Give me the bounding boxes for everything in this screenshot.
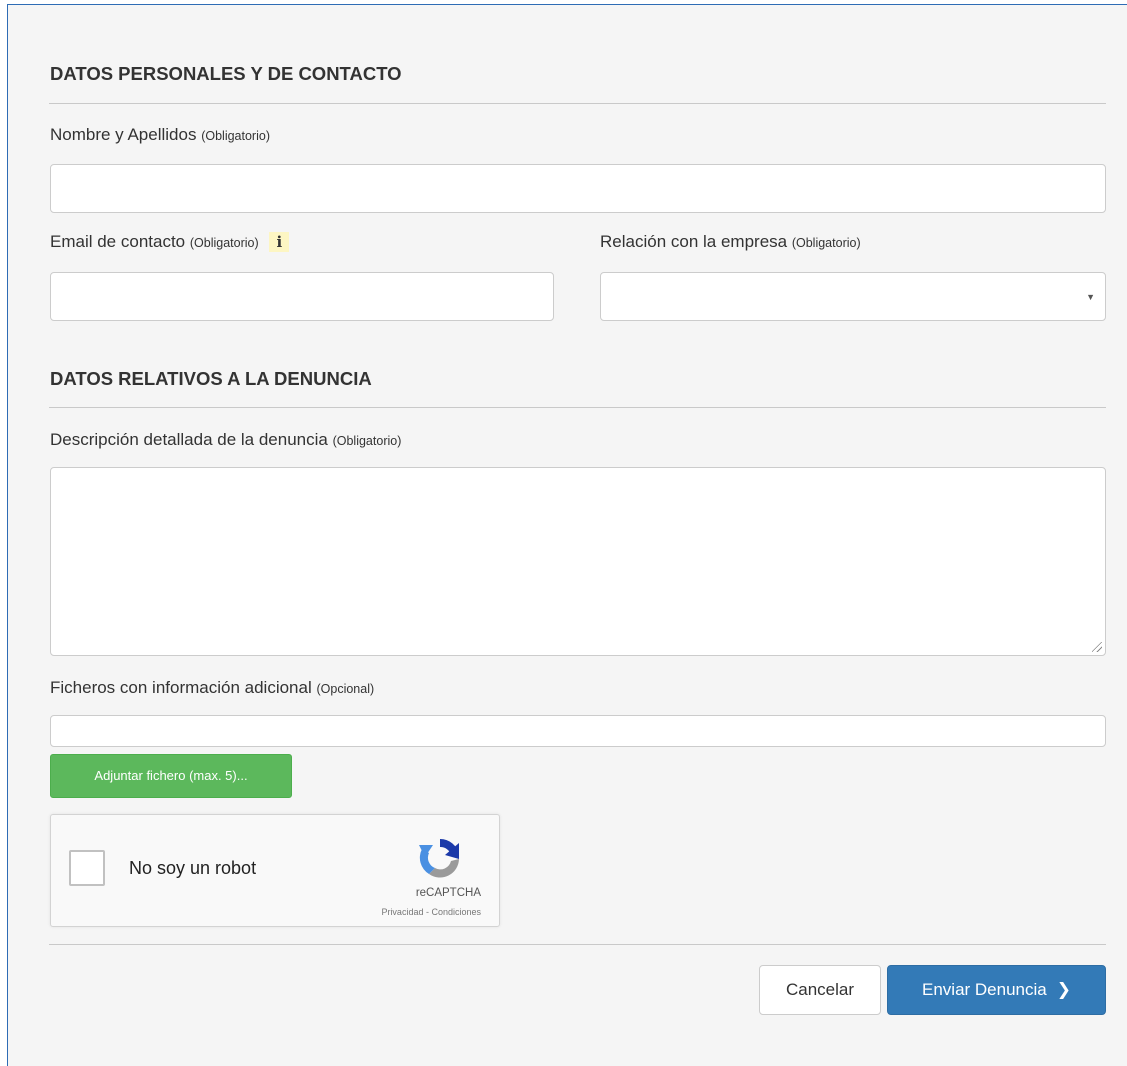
section-title-complaint: DATOS RELATIVOS A LA DENUNCIA bbox=[50, 368, 372, 389]
recaptcha-label: No soy un robot bbox=[129, 858, 257, 878]
footer-divider bbox=[49, 944, 1106, 945]
info-icon[interactable]: i bbox=[269, 231, 290, 252]
recaptcha-terms-link[interactable]: Condiciones bbox=[431, 907, 481, 917]
cancel-button[interactable]: Cancelar bbox=[759, 965, 881, 1015]
submit-complaint-button[interactable]: Enviar Denuncia ❯ bbox=[887, 965, 1106, 1015]
name-required-tag: (Obligatorio) bbox=[201, 129, 270, 143]
email-label: Email de contacto (Obligatorio) i bbox=[50, 231, 290, 253]
attach-file-button[interactable]: Adjuntar fichero (max. 5)... bbox=[50, 754, 292, 798]
description-label: Descripción detallada de la denuncia (Ob… bbox=[50, 430, 401, 450]
relation-label-text: Relación con la empresa bbox=[600, 232, 788, 251]
caret-down-icon: ▼ bbox=[1086, 291, 1095, 302]
section-divider bbox=[49, 407, 1106, 408]
description-textarea[interactable] bbox=[50, 467, 1106, 656]
files-input[interactable] bbox=[50, 715, 1106, 747]
section-divider bbox=[49, 103, 1106, 104]
relation-select[interactable]: ▼ bbox=[600, 272, 1106, 321]
recaptcha-checkbox[interactable] bbox=[69, 850, 105, 886]
section-title-personal: DATOS PERSONALES Y DE CONTACTO bbox=[50, 63, 402, 84]
form-panel: DATOS PERSONALES Y DE CONTACTO Nombre y … bbox=[7, 4, 1127, 1066]
name-input[interactable] bbox=[50, 164, 1106, 213]
recaptcha-brand: reCAPTCHA bbox=[415, 887, 481, 899]
email-required-tag: (Obligatorio) bbox=[189, 236, 259, 250]
recaptcha-links: Privacidad - Condiciones bbox=[381, 907, 481, 917]
relation-label: Relación con la empresa (Obligatorio) bbox=[600, 232, 861, 252]
recaptcha-privacy-link[interactable]: Privacidad bbox=[381, 907, 423, 917]
email-label-text: Email de contacto bbox=[50, 232, 186, 251]
relation-required-tag: (Obligatorio) bbox=[791, 236, 861, 250]
name-label: Nombre y Apellidos (Obligatorio) bbox=[50, 125, 270, 145]
recaptcha-logo-icon bbox=[419, 838, 459, 878]
description-label-text: Descripción detallada de la denuncia bbox=[50, 430, 328, 449]
recaptcha-widget: No soy un robot reCAPTCHA Privacidad - C… bbox=[50, 814, 500, 927]
resize-handle[interactable] bbox=[1092, 642, 1102, 652]
files-optional-tag: (Opcional) bbox=[316, 682, 375, 696]
files-label: Ficheros con información adicional (Opci… bbox=[50, 678, 374, 698]
chevron-right-icon: ❯ bbox=[1056, 980, 1071, 999]
submit-complaint-label: Enviar Denuncia bbox=[922, 980, 1047, 999]
description-required-tag: (Obligatorio) bbox=[332, 434, 402, 448]
email-input[interactable] bbox=[50, 272, 554, 321]
name-label-text: Nombre y Apellidos bbox=[50, 125, 197, 144]
files-label-text: Ficheros con información adicional bbox=[50, 678, 312, 697]
